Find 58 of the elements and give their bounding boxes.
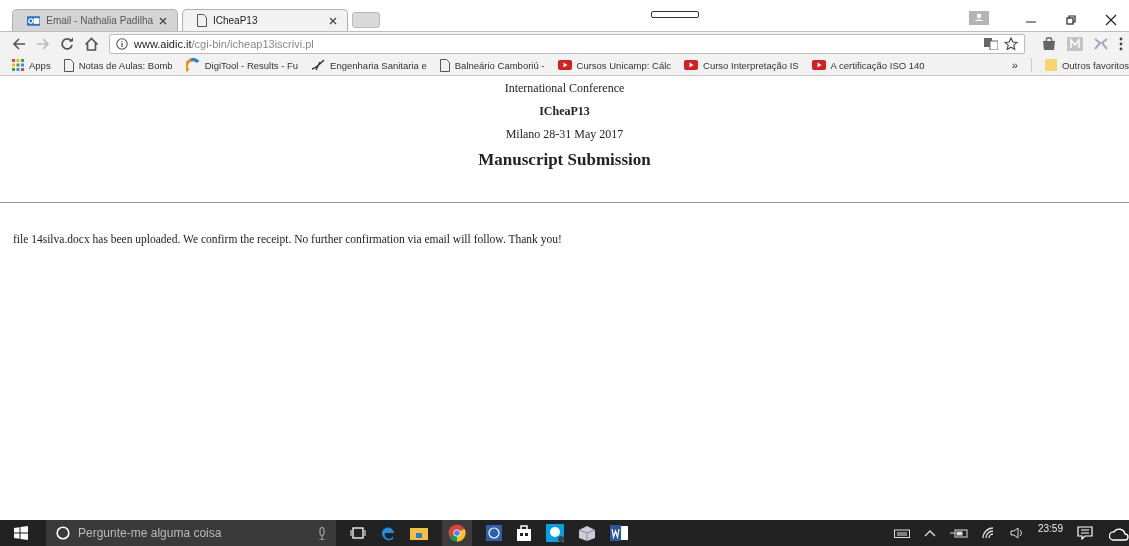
- bookmark-item[interactable]: Cursos Unicamp: Cálc: [557, 59, 672, 71]
- conference-name: ICheaP13: [538, 104, 591, 119]
- restore-button[interactable]: [1065, 14, 1077, 26]
- bookmark-item[interactable]: Balneário Camboriú -: [439, 58, 545, 72]
- keyboard-icon[interactable]: [893, 528, 910, 538]
- more-bookmarks-button[interactable]: »: [1011, 59, 1018, 71]
- bookmark-item[interactable]: Curso Interpretação IS: [684, 59, 799, 71]
- search-circle-icon: [56, 526, 70, 540]
- bookmark-item[interactable]: Apps: [12, 59, 51, 71]
- package-icon[interactable]: [578, 525, 596, 541]
- conference-info: Milano 28-31 May 2017: [504, 127, 625, 142]
- info-icon: [116, 37, 128, 50]
- window-handle-icon: [650, 11, 699, 18]
- page-icon: [63, 58, 74, 72]
- folder-icon[interactable]: [410, 526, 428, 540]
- extension-icon[interactable]: [1041, 35, 1057, 52]
- page-icon: [197, 14, 207, 27]
- speaker-icon[interactable]: [1009, 527, 1024, 539]
- page-icon: [439, 58, 450, 72]
- wifi-icon[interactable]: [981, 527, 996, 539]
- windows-start-icon[interactable]: [14, 526, 28, 540]
- apps-grid-icon: [12, 59, 24, 71]
- star-icon[interactable]: [1004, 36, 1018, 51]
- microphone-icon[interactable]: [318, 526, 326, 540]
- reload-button[interactable]: [60, 36, 74, 51]
- bookmark-item[interactable]: Engenharia Sanitaria e: [311, 59, 427, 71]
- folder-icon: [1044, 59, 1057, 71]
- confirmation-message: file 14silva.docx has been uploaded. We confirm the receipt. No further confirmation via email will follow. Thank you!: [13, 233, 563, 245]
- conference-info: International Conference: [503, 81, 626, 96]
- swoosh-icon: [311, 59, 326, 71]
- clock-time[interactable]: 23:59: [1037, 523, 1063, 534]
- battery-icon[interactable]: [949, 528, 968, 538]
- address-field[interactable]: www.aidic.it/cgi-bin/icheap13iscrivi.pl: [109, 33, 1025, 54]
- play-icon: [557, 60, 572, 70]
- translate-icon[interactable]: [984, 37, 998, 50]
- play-icon: [811, 60, 826, 70]
- close-tab-icon[interactable]: [159, 16, 167, 25]
- search-field[interactable]: Pergunte-me alguma coisa: [46, 520, 336, 546]
- play-icon: [684, 60, 699, 70]
- bookmark-item[interactable]: Notas de Aulas: Bomb: [63, 58, 173, 72]
- close-tab-icon[interactable]: [329, 16, 337, 25]
- home-button[interactable]: [84, 36, 99, 51]
- bookmark-folder[interactable]: Outros favoritos: [1044, 59, 1129, 71]
- bookmark-item[interactable]: A certificação ISO 140: [811, 59, 925, 71]
- page-heading: Manuscript Submission: [477, 150, 652, 170]
- browser-tab[interactable]: Email - Nathalia Padilha: [12, 9, 178, 31]
- mail-app-icon: [27, 14, 41, 27]
- rainbow-arc-icon: [185, 58, 200, 72]
- store-bag-icon[interactable]: [516, 525, 532, 541]
- notification-icon[interactable]: [1077, 526, 1095, 540]
- menu-icon[interactable]: [1119, 36, 1123, 51]
- browser-tab[interactable]: ICheaP13: [182, 9, 348, 31]
- close-icon[interactable]: [1105, 14, 1117, 26]
- bookmark-item[interactable]: DigiTool - Results - Fu: [185, 58, 299, 72]
- task-view-icon[interactable]: [350, 527, 366, 539]
- back-button[interactable]: [12, 36, 26, 51]
- chevron-up-icon[interactable]: [923, 529, 936, 537]
- weather-cloud-icon[interactable]: [1109, 525, 1129, 541]
